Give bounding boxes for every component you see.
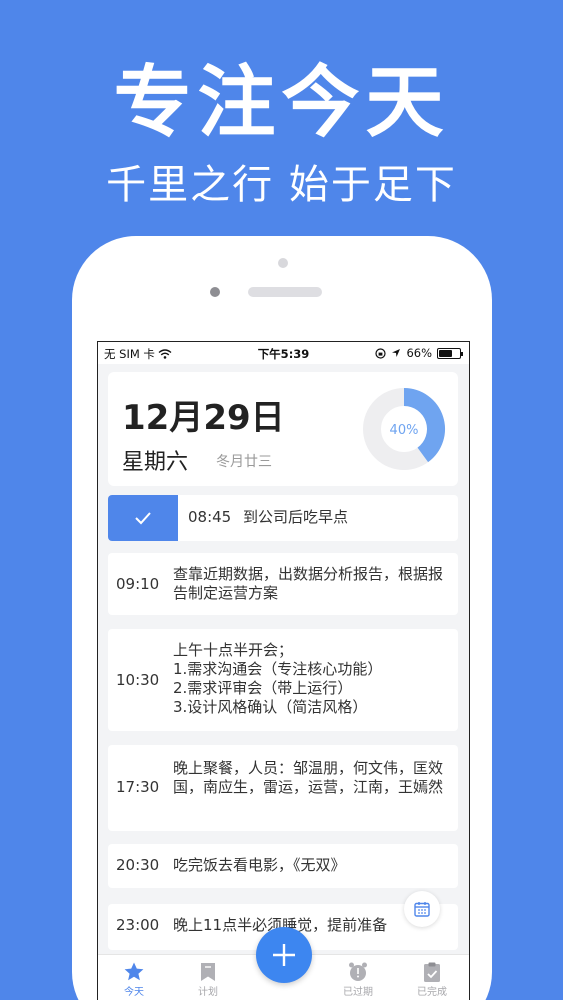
app-screen: 无 SIM 卡 下午5:39 66% 12月29日 星期六 冬月廿三 40% 0… [97, 341, 470, 1000]
phone-sensor [278, 258, 288, 268]
clipboard-check-icon [424, 962, 440, 982]
task-time: 09:10 [116, 575, 160, 593]
task-text: 吃完饭去看电影，《无双》 [173, 856, 346, 874]
promo-subline: 千里之行 始于足下 [106, 162, 457, 208]
progress-label: 40% [390, 423, 419, 438]
lunar-date: 冬月廿三 [216, 454, 272, 470]
task-text: 查靠近期数据，出数据分析报告，根据报告制定运营方案 [173, 565, 444, 602]
task-item-1030[interactable]: 10:30 上午十点半开会； 1.需求沟通会（专注核心功能） 2.需求评审会（带… [108, 629, 458, 731]
tab-label: 已完成 [417, 987, 447, 998]
task-time: 20:30 [116, 856, 160, 874]
phone-camera [210, 287, 220, 297]
task-line: 上午十点半开会； [173, 641, 294, 659]
bookmark-icon [201, 963, 215, 981]
weekday-label: 星期六 [122, 450, 189, 475]
task-item-2030[interactable]: 20:30 吃完饭去看电影，《无双》 [108, 844, 458, 888]
tab-plan[interactable]: 计划 [178, 961, 238, 998]
task-text: 晚上聚餐，人员：邹温朋，何文伟，匡效国，南应生，雷运，运营，江南，王嫣然 [173, 759, 444, 796]
rotation-lock-icon [375, 347, 387, 359]
tab-today[interactable]: 今天 [104, 961, 164, 998]
task-text: 上午十点半开会； 1.需求沟通会（专注核心功能） 2.需求评审会（带上运行） 3… [173, 641, 448, 717]
tab-label: 今天 [124, 987, 144, 998]
tab-expired[interactable]: 已过期 [328, 961, 388, 998]
task-item-0910[interactable]: 09:10 查靠近期数据，出数据分析报告，根据报告制定运营方案 [108, 553, 458, 615]
checkmark-icon [135, 512, 151, 525]
status-bar: 无 SIM 卡 下午5:39 66% [98, 342, 469, 364]
task-time: 08:45 [188, 508, 232, 526]
calendar-button[interactable] [404, 891, 440, 927]
task-time: 10:30 [116, 671, 160, 689]
alarm-clock-icon [349, 962, 367, 981]
task-line: 1.需求沟通会（专注核心功能） [173, 660, 383, 678]
battery-percent: 66% [406, 346, 432, 360]
plus-icon [273, 944, 295, 966]
star-icon [124, 962, 144, 981]
add-task-button[interactable] [256, 927, 312, 983]
task-line: 2.需求评审会（带上运行） [173, 679, 353, 697]
task-time: 17:30 [116, 778, 160, 796]
task-item-1730[interactable]: 17:30 晚上聚餐，人员：邹温朋，何文伟，匡效国，南应生，雷运，运营，江南，王… [108, 745, 458, 831]
phone-speaker [248, 287, 322, 297]
task-text: 到公司后吃早点 [243, 508, 349, 526]
tab-label: 计划 [198, 987, 218, 998]
tab-label: 已过期 [343, 987, 373, 998]
task-line: 3.设计风格确认（简洁风格） [173, 698, 368, 716]
progress-donut: 40% [363, 388, 445, 470]
location-icon [392, 349, 401, 357]
task-time: 23:00 [116, 916, 160, 934]
task-done-marker[interactable] [108, 495, 178, 541]
promo-headline: 专注今天 [113, 58, 450, 148]
tab-completed[interactable]: 已完成 [402, 961, 462, 998]
date-card: 12月29日 星期六 冬月廿三 40% [108, 372, 458, 486]
calendar-icon [414, 902, 430, 917]
date-title: 12月29日 [122, 398, 285, 438]
battery-icon [437, 347, 463, 359]
task-item-0845[interactable]: 08:45 到公司后吃早点 [108, 495, 458, 541]
